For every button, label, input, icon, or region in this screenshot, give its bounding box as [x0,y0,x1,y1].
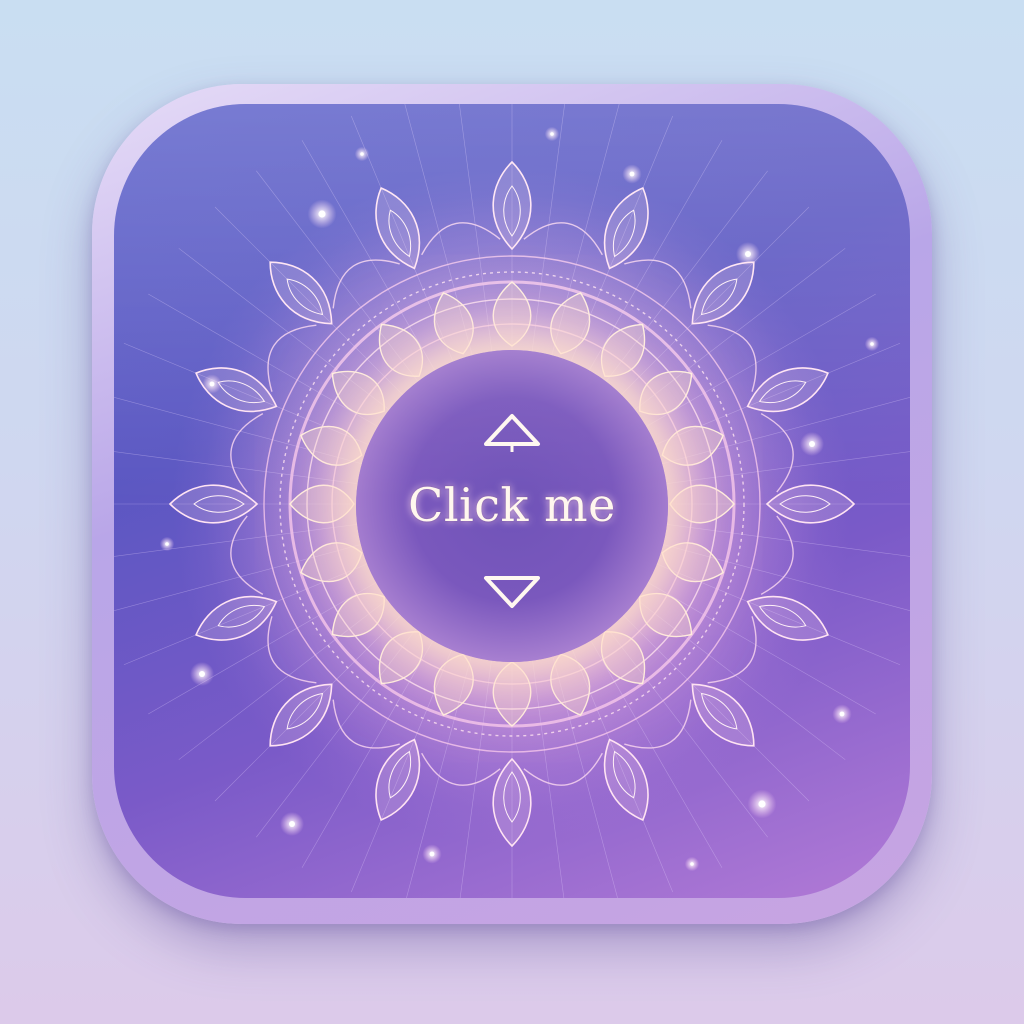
click-me-button[interactable]: Click me [356,350,668,662]
icon-face: Click me [114,104,910,898]
app-icon-tile[interactable]: Click me [92,84,932,924]
triangle-down-icon [484,576,540,608]
triangle-up-icon [484,414,540,452]
click-me-label: Click me [408,478,616,532]
